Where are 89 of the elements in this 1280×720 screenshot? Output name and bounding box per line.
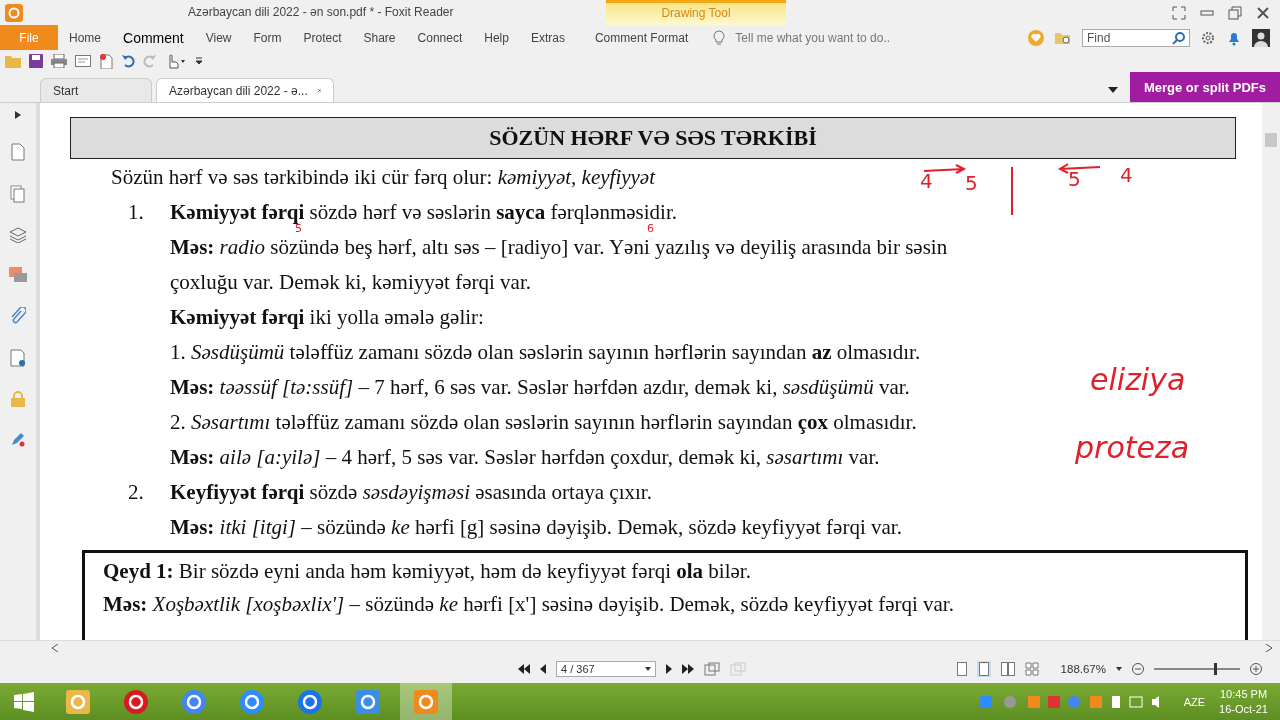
certificate-icon[interactable] <box>10 349 26 367</box>
ribbon-tab[interactable]: View <box>194 25 243 50</box>
email-icon[interactable] <box>75 55 91 67</box>
paragraph-line: Kəmiyyət fərqi sözdə hərf və səslərin sayca fərqlənməsidir. <box>170 200 677 224</box>
search-icon <box>1172 30 1186 45</box>
page-number-field[interactable]: 4 / 367 <box>556 661 656 677</box>
paragraph-line: Keyfiyyət fərqi sözdə səsdəyişməsi əsasında ortaya çıxır. <box>170 480 652 504</box>
note-line: Qeyd 1: Bir sözdə eyni anda həm kəmiyyət, həm də keyfiyyət fərqi ola bilər. <box>103 559 751 583</box>
new-document-icon[interactable] <box>99 53 113 69</box>
note-line: Məs: Xoşbəxtlik [xoşbəxlix'] – sözündə ke hərfi [x'] səsinə dəyişib. Demək, sözdə keyfiyyət fərqi var. <box>103 592 954 616</box>
settings-icon[interactable] <box>1200 29 1216 46</box>
paragraph-line: 2. Səsartımı tələffüz zamanı sözdə olan səslərin sayının hərflərin sayından çox olmasıdır. <box>170 410 917 434</box>
undo-icon[interactable] <box>121 54 135 68</box>
expand-icon[interactable] <box>15 111 21 119</box>
handwritten-note: 6 <box>647 223 654 234</box>
contextual-tab-label: Drawing Tool <box>606 0 786 25</box>
ribbon-tab[interactable]: Home <box>58 25 112 50</box>
single-page-icon[interactable] <box>956 662 967 676</box>
document-tab[interactable]: Start <box>40 78 152 102</box>
scrollbar-thumb[interactable] <box>1265 133 1277 147</box>
paragraph-line: Məs: radio sözündə beş hərf, altı səs – [radiyo] var. Yəni yazılış və deyiliş arasında bir səsin <box>170 235 948 259</box>
paragraph-line: Sözün hərf və səs tərkibində iki cür fərq olur: kəmiyyət, keyfiyyət <box>111 165 655 189</box>
save-icon[interactable] <box>29 54 43 68</box>
windows-start-icon[interactable] <box>14 691 34 712</box>
next-page-icon[interactable] <box>666 664 672 674</box>
ribbon-tab[interactable]: Share <box>352 25 407 50</box>
paperclip-icon[interactable] <box>10 307 26 325</box>
paragraph-line: Məs: təəssüf [tə:ssüf] – 7 hərf, 6 səs var. Səslər hərfdən azdır, demək ki, səsdüşümü var. <box>170 375 910 399</box>
customize-icon[interactable] <box>195 56 203 66</box>
ribbon-tab[interactable]: Extras <box>519 25 576 50</box>
facing-pages-icon[interactable] <box>1000 662 1015 676</box>
paragraph-line: Məs: ailə [a:yilə] – 4 hərf, 5 səs var. Səslər hərfdən çoxdur, demək ki, səsartımı var. <box>170 445 880 469</box>
user-avatar-icon[interactable] <box>1252 28 1270 47</box>
restore-icon[interactable] <box>1228 5 1242 20</box>
scroll-left-icon[interactable] <box>52 644 58 652</box>
tell-me-field[interactable]: Tell me what you want to do.. <box>733 29 908 46</box>
promo-button[interactable]: Merge or split PDFs <box>1130 72 1280 102</box>
paragraph-line: 1. Səsdüşümü tələffüz zamanı sözdə olan səslərin sayının hərflərin sayından az olmasıdır. <box>170 340 921 364</box>
tab-label: Azərbaycan dili 2022 - ə... <box>169 83 308 98</box>
list-number: 2. <box>127 480 145 506</box>
dropdown-icon <box>645 667 651 671</box>
pen-icon[interactable] <box>10 431 26 447</box>
ribbon-tab[interactable]: Comment Format <box>583 25 700 50</box>
slider-thumb[interactable] <box>1213 663 1217 675</box>
tab-label: Start <box>53 83 79 98</box>
taskbar-app[interactable] <box>400 683 452 720</box>
page-icon[interactable] <box>11 143 25 161</box>
handwritten-note: 4 <box>920 171 933 191</box>
last-page-icon[interactable] <box>682 664 694 674</box>
handwritten-note: proteza <box>1075 433 1190 463</box>
zoom-slider[interactable] <box>1154 663 1240 675</box>
paragraph-line: Məs: itki [itgi] – sözündə ke hərfi [g] səsinə dəyişib. Demək, sözdə keyfiyyət fərqi var. <box>170 515 902 539</box>
paragraph-line: Kəmiyyət fərqi iki yolla əmələ gəlir: <box>170 305 484 329</box>
handwritten-note: 5 <box>965 173 978 193</box>
layers-icon[interactable] <box>9 227 27 243</box>
clock-date[interactable]: 16-Oct-21 <box>1219 701 1268 717</box>
window-icon[interactable] <box>704 662 720 676</box>
ribbon-tab[interactable]: Protect <box>292 25 353 50</box>
first-page-icon[interactable] <box>518 664 530 674</box>
close-icon[interactable] <box>1256 5 1270 20</box>
lightbulb-icon <box>713 29 726 46</box>
handwritten-note: eliziya <box>1090 365 1186 395</box>
window-title: Azərbaycan dili 2022 - ən son.pdf * - Foxit Reader <box>188 5 454 19</box>
zoom-out-icon[interactable] <box>1132 663 1144 675</box>
print-icon[interactable] <box>51 54 67 68</box>
handwritten-note: 5 <box>295 223 302 234</box>
dropdown-icon[interactable] <box>1108 87 1118 93</box>
dropdown-icon[interactable] <box>1116 667 1122 671</box>
previous-page-icon[interactable] <box>540 664 546 674</box>
ribbon-tab[interactable]: Form <box>242 25 293 50</box>
ribbon-tab[interactable]: Help <box>473 25 520 50</box>
comments-icon[interactable] <box>9 267 27 283</box>
pages-icon[interactable] <box>10 185 26 203</box>
paragraph-line: çoxluğu var. Demək ki, kəmiyyət fərqi var. <box>170 270 531 294</box>
handwritten-note: 5 <box>1068 169 1081 189</box>
list-number: 1. <box>127 200 145 226</box>
handwritten-note: 4 <box>1120 165 1133 185</box>
section-heading: SÖZÜN HƏRF VƏ SƏS TƏRKİBİ <box>70 117 1236 159</box>
ring-icon <box>123 688 149 715</box>
zoom-in-icon[interactable] <box>1250 663 1262 675</box>
app-logo-icon <box>5 3 23 22</box>
ribbon-tab[interactable]: Comment <box>112 25 195 50</box>
continuous-page-icon[interactable] <box>976 661 991 677</box>
scroll-right-icon[interactable] <box>1266 644 1272 652</box>
continuous-facing-icon[interactable] <box>1024 662 1039 676</box>
document-tab[interactable]: Azərbaycan dili 2022 - ə... <box>156 78 334 102</box>
find-field[interactable]: Find <box>1082 28 1190 47</box>
zoom-level[interactable]: 188.67% <box>1060 663 1106 675</box>
ribbon-tab[interactable]: Connect <box>406 25 474 50</box>
